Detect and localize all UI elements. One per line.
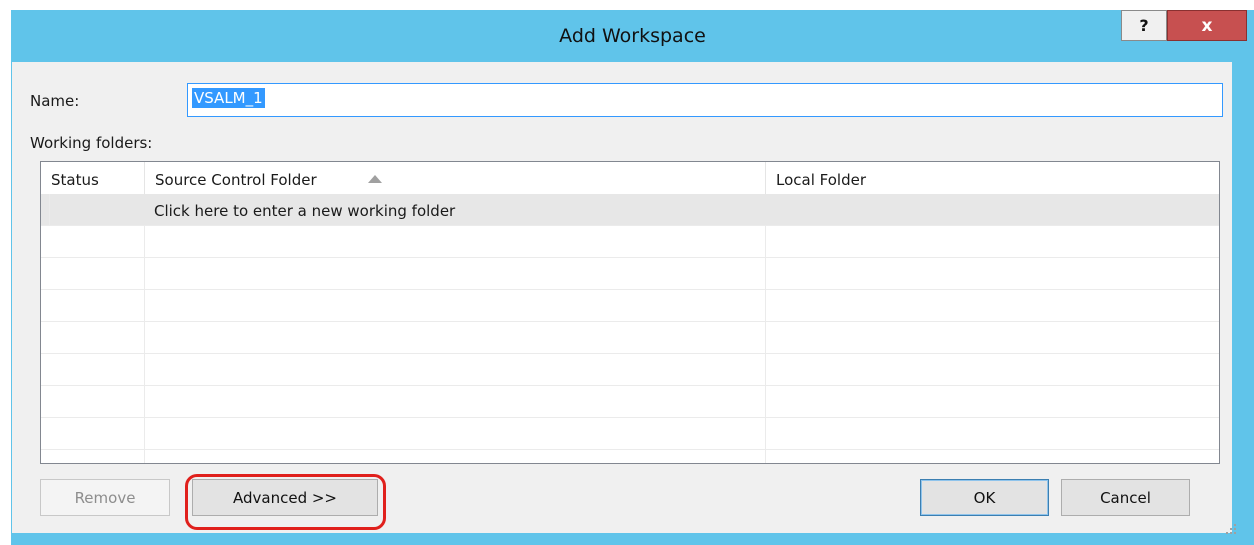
table-row — [41, 386, 1219, 418]
table-row — [41, 354, 1219, 386]
working-folders-label: Working folders: — [30, 134, 153, 152]
title-bar[interactable]: Add Workspace — [11, 10, 1254, 60]
column-header-local-label: Local Folder — [776, 171, 866, 189]
ok-button[interactable]: OK — [920, 479, 1049, 516]
cancel-button[interactable]: Cancel — [1061, 479, 1190, 516]
dialog-title: Add Workspace — [559, 25, 706, 47]
column-header-source-control-folder[interactable]: Source Control Folder — [145, 162, 766, 194]
name-label: Name: — [30, 92, 80, 110]
resize-grip-icon[interactable] — [1226, 524, 1236, 534]
working-folders-grid[interactable]: Status Source Control Folder Local Folde… — [40, 161, 1220, 464]
row-header-cell — [41, 194, 50, 225]
help-button[interactable]: ? — [1121, 10, 1167, 41]
advanced-button-highlight — [185, 474, 386, 530]
name-input-value: VSALM_1 — [192, 88, 265, 108]
new-working-folder-prompt: Click here to enter a new working folder — [154, 202, 456, 220]
column-header-status-label: Status — [51, 171, 99, 189]
remove-button[interactable]: Remove — [40, 479, 170, 516]
table-row — [41, 258, 1219, 290]
sort-ascending-icon — [368, 175, 382, 183]
column-header-status[interactable]: Status — [41, 162, 145, 194]
new-working-folder-row[interactable]: Click here to enter a new working folder — [41, 194, 1219, 226]
table-row — [41, 226, 1219, 258]
name-input[interactable]: VSALM_1 — [187, 83, 1223, 117]
table-row — [41, 322, 1219, 354]
column-header-local-folder[interactable]: Local Folder — [766, 162, 1219, 194]
table-row — [41, 450, 1219, 463]
table-row — [41, 418, 1219, 450]
grid-header: Status Source Control Folder Local Folde… — [41, 162, 1219, 195]
table-row — [41, 290, 1219, 322]
close-button[interactable]: x — [1167, 10, 1247, 41]
column-header-source-label: Source Control Folder — [155, 171, 317, 189]
